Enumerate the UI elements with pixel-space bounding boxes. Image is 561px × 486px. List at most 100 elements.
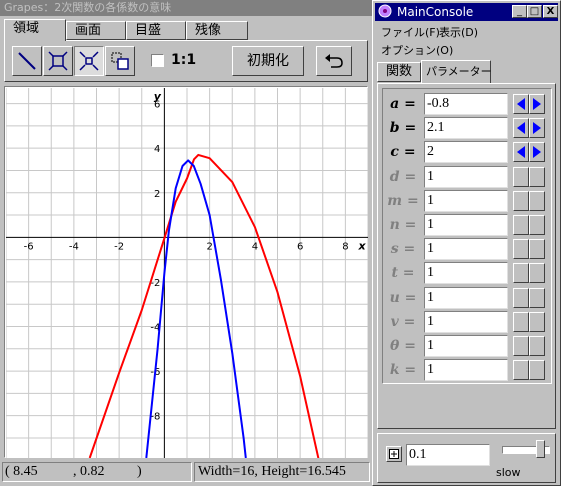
menu-file[interactable]: ファイル(F) — [381, 24, 440, 40]
tab-parameters[interactable]: パラメーター — [421, 60, 492, 83]
param-decrease-button[interactable] — [513, 287, 529, 308]
param-label: k = — [389, 362, 417, 379]
parameter-list: a = -0.8 b = 2.1 c = 2 d = 1 m = 1 n = 1 s = 1 t = 1 u =… — [382, 88, 552, 384]
x-axis-label: x — [357, 239, 366, 252]
param-increase-button[interactable] — [529, 118, 545, 139]
reset-button[interactable]: 初期化 — [232, 46, 304, 76]
param-decrease-button[interactable] — [513, 360, 529, 381]
console-titlebar[interactable]: MainConsole _ □ X — [375, 3, 558, 21]
arrow-left-icon — [517, 146, 525, 159]
param-decrease-button[interactable] — [513, 311, 529, 332]
param-label: a = — [390, 96, 416, 112]
param-decrease-button[interactable] — [513, 336, 529, 356]
param-input[interactable]: 1 — [424, 286, 508, 309]
ratio-checkbox-group[interactable]: 1:1 — [151, 52, 211, 70]
undo-icon — [325, 54, 343, 68]
reset-button-label: 初期化 — [247, 53, 289, 69]
param-value: 1 — [427, 241, 434, 257]
param-decrease-button[interactable] — [513, 142, 529, 163]
param-input[interactable]: 1 — [424, 262, 508, 285]
param-increase-button[interactable] — [529, 215, 545, 235]
size-status: Width=16, Height=16.545 — [194, 462, 370, 482]
size-text: Width=16, Height=16.545 — [198, 464, 346, 479]
param-label: d = — [389, 168, 417, 185]
param-increase-button[interactable] — [529, 336, 545, 356]
ratio-checkbox[interactable] — [151, 54, 164, 67]
param-input[interactable]: 1 — [424, 335, 508, 357]
param-decrease-button[interactable] — [513, 190, 529, 211]
step-input[interactable]: 0.1 — [406, 444, 490, 466]
parameter-panel: a = -0.8 b = 2.1 c = 2 d = 1 m = 1 n = 1 s = 1 t = 1 u =… — [377, 83, 556, 429]
tab-screen[interactable]: 画面 — [66, 21, 126, 40]
param-increase-button[interactable] — [529, 360, 545, 381]
tab-parameters-label: パラメーター — [426, 65, 492, 78]
ratio-checkbox-label: 1:1 — [171, 52, 197, 68]
param-input[interactable]: 2.1 — [424, 117, 508, 140]
menu-view[interactable]: 表示(D) — [439, 24, 478, 40]
tab-scale[interactable]: 目盛 — [126, 21, 186, 40]
x-tick-label: -4 — [69, 241, 79, 252]
param-input[interactable]: 1 — [424, 189, 508, 212]
param-value: 1 — [427, 338, 434, 353]
region-select-icon — [111, 52, 129, 70]
graph-window-title: Grapes：2次関数の各係数の意味 — [4, 1, 172, 14]
line-tool-button[interactable] — [12, 46, 42, 76]
param-value: 1 — [427, 265, 434, 281]
param-input[interactable]: 2 — [424, 141, 508, 164]
arrow-right-icon — [533, 98, 541, 110]
minimize-button[interactable]: _ — [512, 5, 527, 18]
tab-afterimage[interactable]: 残像 — [186, 21, 248, 40]
param-label: n = — [389, 217, 417, 233]
x-tick-label: -6 — [24, 241, 34, 252]
param-label: θ = — [390, 338, 416, 354]
undo-button[interactable] — [316, 46, 352, 76]
step-toggle-button[interactable] — [386, 446, 402, 462]
param-increase-button[interactable] — [529, 166, 545, 187]
arrow-right-icon — [533, 122, 541, 135]
tab-scale-label: 目盛 — [135, 23, 162, 38]
console-app-icon — [378, 4, 392, 18]
tab-region-label: 領域 — [13, 21, 40, 36]
param-input[interactable]: 1 — [424, 165, 508, 188]
speed-slider-thumb[interactable] — [536, 440, 545, 458]
param-increase-button[interactable] — [529, 94, 545, 114]
region-select-button[interactable] — [105, 46, 135, 76]
param-increase-button[interactable] — [529, 311, 545, 332]
param-input[interactable]: -0.8 — [424, 93, 508, 115]
param-decrease-button[interactable] — [513, 239, 529, 260]
graph-window: Grapes：2次関数の各係数の意味 領域 画面 目盛 残像 1:1 初期化 -… — [0, 0, 372, 486]
param-label: u = — [389, 289, 417, 306]
param-decrease-button[interactable] — [513, 215, 529, 235]
y-tick-label: 4 — [154, 144, 160, 155]
tab-region[interactable]: 領域 — [4, 19, 66, 41]
coord-status: ( 8.45 , 0.82 ) — [2, 462, 192, 482]
close-button[interactable]: X — [543, 5, 558, 18]
param-decrease-button[interactable] — [513, 166, 529, 187]
param-input[interactable]: 1 — [424, 238, 508, 261]
graph-window-titlebar[interactable]: Grapes：2次関数の各係数の意味 — [0, 0, 372, 16]
x-tick-label: 6 — [297, 241, 303, 252]
param-input[interactable]: 1 — [424, 359, 508, 382]
param-increase-button[interactable] — [529, 142, 545, 163]
tab-functions[interactable]: 関数 — [377, 62, 421, 82]
arrow-left-icon — [517, 122, 525, 135]
maximize-button[interactable]: □ — [527, 5, 542, 18]
menu-options[interactable]: オプション(O) — [381, 42, 453, 58]
param-input[interactable]: 1 — [424, 310, 508, 333]
param-label: v = — [390, 313, 416, 330]
param-increase-button[interactable] — [529, 190, 545, 211]
param-value: 1 — [427, 313, 434, 329]
zoom-out-button[interactable] — [74, 46, 104, 76]
graph-plot[interactable]: -6 -4 -2 2 4 6 8642-2-4-6-8xy — [6, 88, 368, 458]
param-decrease-button[interactable] — [513, 263, 529, 284]
zoom-in-button[interactable] — [43, 46, 73, 76]
param-increase-button[interactable] — [529, 239, 545, 260]
arrow-left-icon — [517, 98, 525, 110]
x-tick-label: 2 — [206, 241, 212, 252]
param-decrease-button[interactable] — [513, 94, 529, 114]
param-increase-button[interactable] — [529, 287, 545, 308]
coord-close: ) — [137, 464, 142, 479]
param-decrease-button[interactable] — [513, 118, 529, 139]
param-increase-button[interactable] — [529, 263, 545, 284]
param-input[interactable]: 1 — [424, 214, 508, 236]
